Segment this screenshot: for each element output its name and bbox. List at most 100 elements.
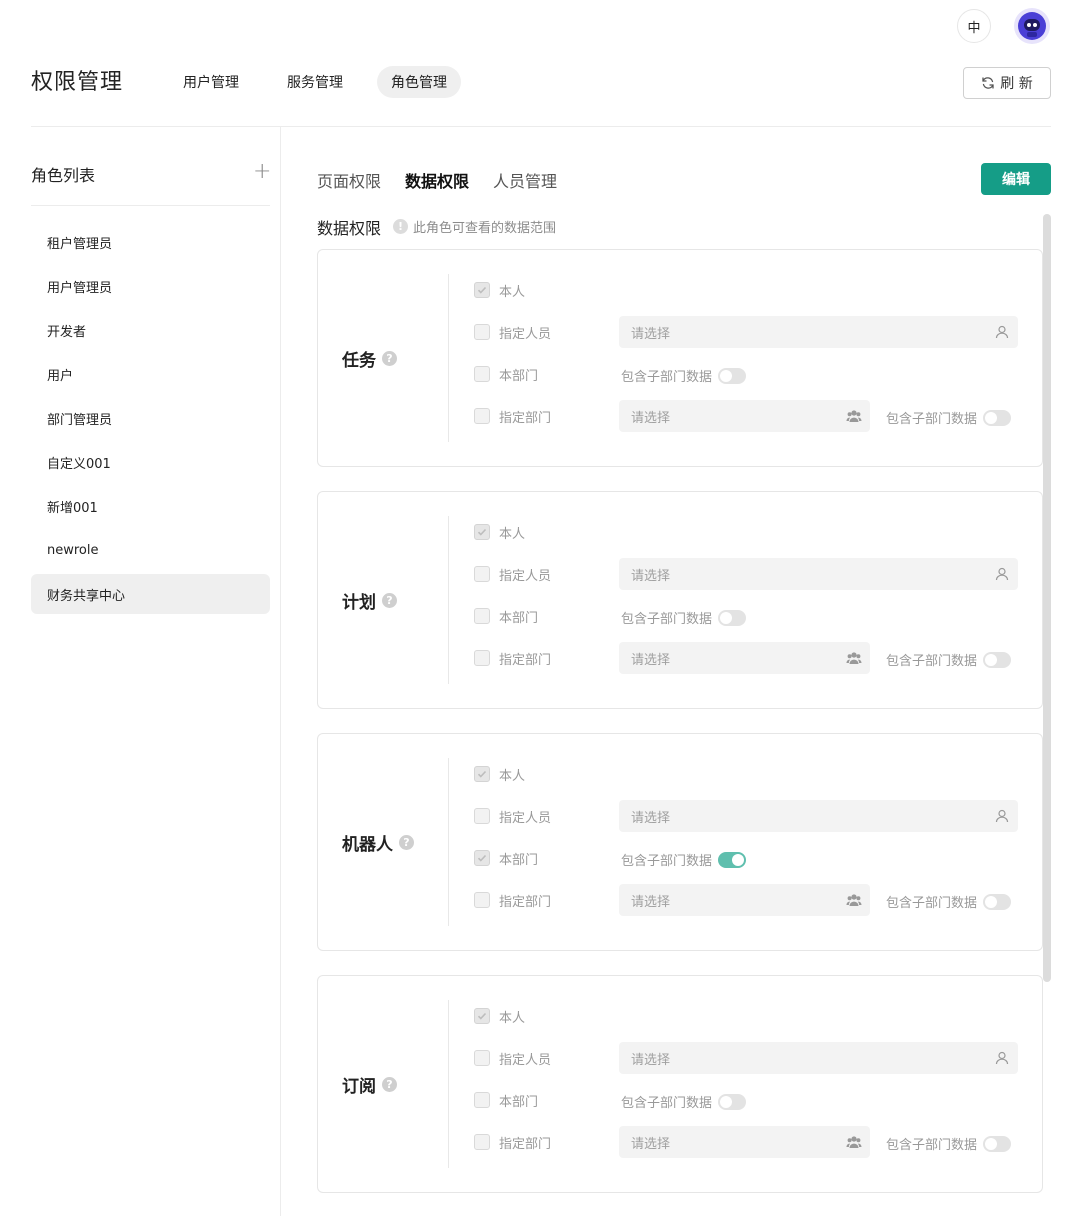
plus-icon[interactable]: +: [253, 161, 271, 184]
self-option[interactable]: 本人: [474, 274, 525, 306]
dept-select[interactable]: 请选择: [619, 400, 870, 432]
dept-include-sub: 包含子部门数据: [621, 1092, 747, 1111]
self-label: 本人: [499, 768, 526, 784]
dept-option[interactable]: 本部门: [474, 842, 538, 874]
self-option[interactable]: 本人: [474, 1000, 525, 1032]
tab-data-permission[interactable]: 数据权限: [405, 168, 469, 192]
person-checkbox[interactable]: [474, 566, 490, 582]
person-select[interactable]: 请选择: [619, 1042, 1018, 1074]
avatar[interactable]: [1014, 8, 1050, 44]
dept-include-toggle[interactable]: [718, 609, 747, 626]
dept-option[interactable]: 本部门: [474, 600, 538, 632]
person-option[interactable]: 指定人员: [474, 558, 551, 590]
dept-include-sub: 包含子部门数据: [621, 366, 747, 385]
dept-option[interactable]: 本部门: [474, 358, 538, 390]
spec-dept-option[interactable]: 指定部门: [474, 642, 551, 674]
role-item[interactable]: 用户管理员: [31, 266, 270, 306]
dept-checkbox[interactable]: [474, 1092, 490, 1108]
spec-dept-checkbox[interactable]: [474, 408, 490, 424]
role-item[interactable]: 开发者: [31, 310, 270, 350]
role-item[interactable]: 自定义001: [31, 442, 270, 482]
tab-user-management[interactable]: 用户管理: [169, 66, 253, 98]
self-label: 本人: [499, 1010, 526, 1026]
user-icon: [995, 1051, 1009, 1065]
person-checkbox[interactable]: [474, 808, 490, 824]
page-title: 权限管理: [31, 70, 124, 95]
spec-dept-checkbox[interactable]: [474, 892, 490, 908]
spec-include-toggle[interactable]: [983, 893, 1012, 910]
spec-include-toggle[interactable]: [983, 409, 1012, 426]
self-checkbox[interactable]: [474, 524, 490, 540]
tab-member-management[interactable]: 人员管理: [493, 168, 557, 192]
person-checkbox[interactable]: [474, 1050, 490, 1066]
group-icon: [846, 1136, 862, 1148]
dept-select[interactable]: 请选择: [619, 642, 870, 674]
spec-dept-option[interactable]: 指定部门: [474, 884, 551, 916]
person-option[interactable]: 指定人员: [474, 316, 551, 348]
spec-dept-checkbox[interactable]: [474, 1134, 490, 1150]
tab-role-management[interactable]: 角色管理: [377, 66, 461, 98]
card-title: 计划 ?: [342, 588, 397, 613]
spec-include-sub: 包含子部门数据: [886, 408, 1012, 427]
role-item[interactable]: 用户: [31, 354, 270, 394]
person-option[interactable]: 指定人员: [474, 1042, 551, 1074]
role-item[interactable]: 租户管理员: [31, 222, 270, 262]
dept-label: 本部门: [499, 852, 539, 868]
group-icon: [846, 894, 862, 906]
refresh-button[interactable]: 刷 新: [963, 67, 1051, 99]
self-option[interactable]: 本人: [474, 758, 525, 790]
self-checkbox[interactable]: [474, 1008, 490, 1024]
dept-select[interactable]: 请选择: [619, 1126, 870, 1158]
spec-include-toggle[interactable]: [983, 1135, 1012, 1152]
role-item[interactable]: 部门管理员: [31, 398, 270, 438]
dept-label: 本部门: [499, 1094, 539, 1110]
tab-service-management[interactable]: 服务管理: [273, 66, 357, 98]
help-icon[interactable]: ?: [382, 351, 397, 366]
dept-include-toggle[interactable]: [718, 851, 747, 868]
person-select[interactable]: 请选择: [619, 558, 1018, 590]
spec-include-toggle[interactable]: [983, 651, 1012, 668]
permission-card: 机器人 ? 本人 指定人员 请选择 本部门 包含子部门数据 指定部门 请选择 包…: [317, 733, 1043, 951]
spec-dept-checkbox[interactable]: [474, 650, 490, 666]
permission-card: 计划 ? 本人 指定人员 请选择 本部门 包含子部门数据 指定部门 请选择 包含…: [317, 491, 1043, 709]
card-title-text: 机器人: [342, 835, 393, 855]
spec-dept-option[interactable]: 指定部门: [474, 400, 551, 432]
person-checkbox[interactable]: [474, 324, 490, 340]
person-select[interactable]: 请选择: [619, 800, 1018, 832]
dept-select[interactable]: 请选择: [619, 884, 870, 916]
self-checkbox[interactable]: [474, 282, 490, 298]
person-select-placeholder: 请选择: [631, 568, 671, 584]
role-item[interactable]: newrole: [31, 530, 270, 570]
self-checkbox[interactable]: [474, 766, 490, 782]
section-hint: ! 此角色可查看的数据范围: [393, 217, 556, 236]
tab-page-permission[interactable]: 页面权限: [317, 168, 381, 192]
help-icon[interactable]: ?: [382, 593, 397, 608]
role-list: 租户管理员 用户管理员 开发者 用户 部门管理员 自定义001 新增001 ne…: [31, 222, 270, 618]
dept-include-toggle[interactable]: [718, 367, 747, 384]
dept-option[interactable]: 本部门: [474, 1084, 538, 1116]
edit-button[interactable]: 编辑: [981, 163, 1051, 195]
role-item-selected[interactable]: 财务共享中心: [31, 574, 270, 614]
language-switch-button[interactable]: 中: [957, 9, 991, 43]
refresh-icon: [982, 77, 994, 89]
dept-select-placeholder: 请选择: [631, 894, 671, 910]
dept-checkbox[interactable]: [474, 608, 490, 624]
dept-checkbox[interactable]: [474, 366, 490, 382]
help-icon[interactable]: ?: [382, 1077, 397, 1092]
scrollbar-thumb[interactable]: [1043, 214, 1051, 982]
person-label: 指定人员: [499, 568, 552, 584]
help-icon[interactable]: ?: [399, 835, 414, 850]
role-list-title: 角色列表: [31, 166, 96, 185]
role-item[interactable]: 新增001: [31, 486, 270, 526]
person-option[interactable]: 指定人员: [474, 800, 551, 832]
dept-include-toggle[interactable]: [718, 1093, 747, 1110]
card-title: 任务 ?: [342, 346, 397, 371]
group-icon: [846, 410, 862, 422]
person-select[interactable]: 请选择: [619, 316, 1018, 348]
card-divider: [448, 1000, 449, 1168]
dept-checkbox[interactable]: [474, 850, 490, 866]
spec-dept-option[interactable]: 指定部门: [474, 1126, 551, 1158]
dept-include-sub: 包含子部门数据: [621, 608, 747, 627]
self-option[interactable]: 本人: [474, 516, 525, 548]
card-divider: [448, 758, 449, 926]
